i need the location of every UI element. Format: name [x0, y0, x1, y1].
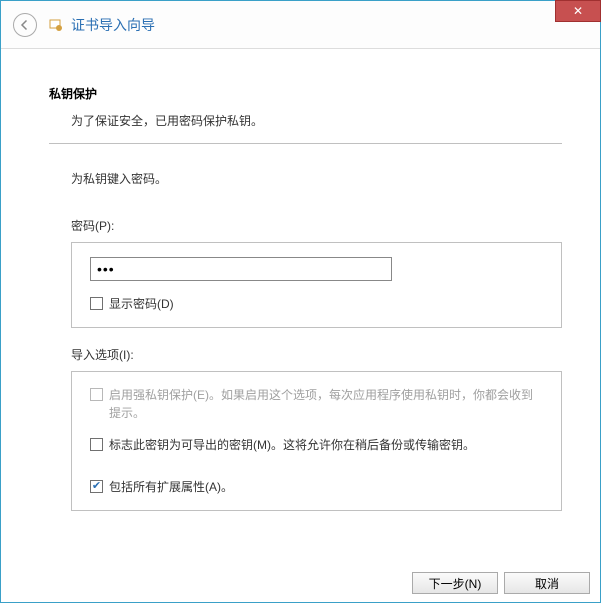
show-password-row[interactable]: 显示密码(D) [90, 295, 543, 313]
window-title: 证书导入向导 [71, 15, 155, 35]
back-button[interactable] [13, 13, 37, 37]
strong-protect-row: 启用强私钥保护(E)。如果启用这个选项，每次应用程序使用私钥时，你都会收到提示。 [90, 386, 543, 422]
section-title: 私钥保护 [49, 85, 562, 102]
arrow-left-icon [19, 19, 31, 31]
include-ext-checkbox[interactable]: ✔ [90, 480, 103, 493]
titlebar: 证书导入向导 ✕ [1, 1, 600, 49]
wizard-window: 证书导入向导 ✕ 私钥保护 为了保证安全，已用密码保护私钥。 为私钥键入密码。 … [0, 0, 601, 603]
footer: 下一步(N) 取消 [412, 572, 590, 594]
close-button[interactable]: ✕ [555, 0, 601, 22]
import-options-group: 导入选项(I): 启用强私钥保护(E)。如果启用这个选项，每次应用程序使用私钥时… [71, 346, 562, 511]
password-box: 显示密码(D) [71, 242, 562, 328]
divider [49, 143, 562, 144]
cert-icon [47, 16, 65, 34]
mark-exportable-label: 标志此密钥为可导出的密钥(M)。这将允许你在稍后备份或传输密钥。 [109, 436, 475, 454]
show-password-checkbox[interactable] [90, 297, 103, 310]
import-options-box: 启用强私钥保护(E)。如果启用这个选项，每次应用程序使用私钥时，你都会收到提示。… [71, 371, 562, 511]
strong-protect-label: 启用强私钥保护(E)。如果启用这个选项，每次应用程序使用私钥时，你都会收到提示。 [109, 386, 543, 422]
password-input[interactable] [90, 257, 392, 281]
section-description: 为了保证安全，已用密码保护私钥。 [71, 112, 562, 129]
show-password-label: 显示密码(D) [109, 295, 174, 313]
cancel-button[interactable]: 取消 [504, 572, 590, 594]
close-icon: ✕ [573, 4, 583, 18]
mark-exportable-checkbox[interactable] [90, 438, 103, 451]
next-button[interactable]: 下一步(N) [412, 572, 498, 594]
import-options-label: 导入选项(I): [71, 346, 562, 363]
password-prompt: 为私钥键入密码。 [71, 170, 562, 187]
include-ext-row[interactable]: ✔ 包括所有扩展属性(A)。 [90, 478, 543, 496]
password-label: 密码(P): [71, 217, 562, 234]
password-group: 密码(P): 显示密码(D) [71, 217, 562, 328]
include-ext-label: 包括所有扩展属性(A)。 [109, 478, 233, 496]
content-area: 私钥保护 为了保证安全，已用密码保护私钥。 为私钥键入密码。 密码(P): 显示… [1, 49, 600, 511]
strong-protect-checkbox [90, 388, 103, 401]
mark-exportable-row[interactable]: 标志此密钥为可导出的密钥(M)。这将允许你在稍后备份或传输密钥。 [90, 436, 543, 454]
